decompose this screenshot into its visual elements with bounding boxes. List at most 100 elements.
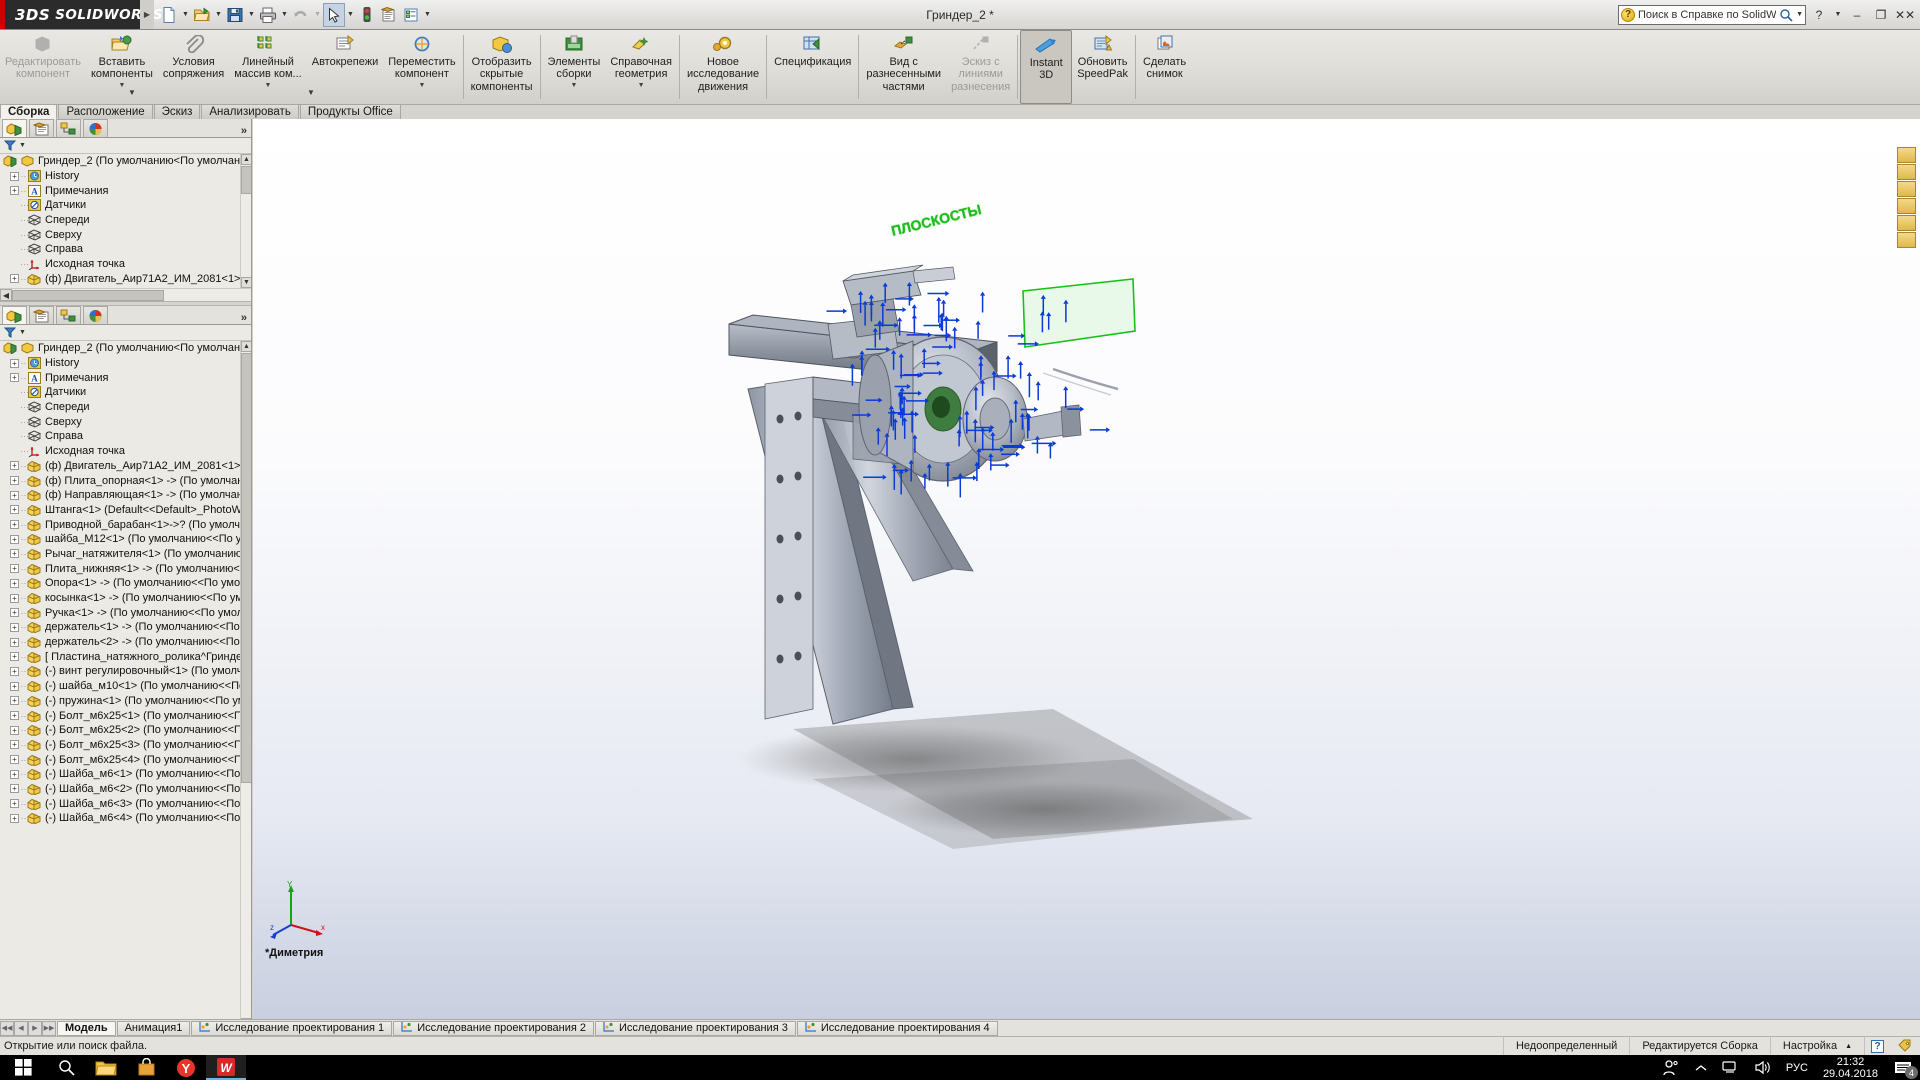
feature-tree-top[interactable]: ▲ ▼ Гриндер_2 (По умолчанию<По умолчанию… bbox=[0, 154, 251, 288]
tree-row[interactable]: + ·· (-) Болт_м6х25<3> (По умолчанию<<По у… bbox=[0, 738, 251, 753]
tree-expand-plus-icon[interactable]: + bbox=[10, 784, 19, 794]
search-caret-icon[interactable]: ▼ bbox=[1796, 11, 1803, 18]
tree-top-scrollbar[interactable]: ▲ ▼ bbox=[240, 154, 251, 288]
tree-row[interactable]: + ·· Плита_нижняя<1> -> (По умолчанию<<По bbox=[0, 561, 251, 576]
tree-row[interactable]: ··· Спереди bbox=[0, 213, 251, 228]
ribbon-button-20[interactable]: Обновить SpeedPak bbox=[1072, 30, 1133, 104]
tree-row[interactable]: + ·· (-) пружина<1> (По умолчанию<<По умол… bbox=[0, 694, 251, 709]
command-tab-3[interactable]: Анализировать bbox=[201, 104, 299, 119]
new-document-button[interactable] bbox=[158, 3, 180, 27]
ribbon-button-4[interactable]: Автокрепежи bbox=[307, 30, 383, 104]
ribbon-button-22[interactable]: Сделать снимок bbox=[1138, 30, 1191, 104]
property-manager-tab[interactable] bbox=[29, 306, 54, 324]
ribbon-button-14[interactable]: Спецификация bbox=[769, 30, 856, 104]
tree-row[interactable]: + ·· (-) Болт_м6х25<1> (По умолчанию<<По у… bbox=[0, 708, 251, 723]
menu-expand-arrow-icon[interactable]: ▶ bbox=[140, 0, 154, 29]
restore-button[interactable]: ❐ bbox=[1870, 5, 1892, 25]
tree-expand-plus-icon[interactable]: + bbox=[10, 813, 19, 823]
tree-expand-plus-icon[interactable]: + bbox=[10, 534, 19, 544]
tree-filter-bar-top[interactable]: ▼ bbox=[0, 138, 251, 154]
tab-nav-prev-icon[interactable]: ◀ bbox=[14, 1020, 28, 1036]
minimize-button[interactable]: – bbox=[1846, 5, 1868, 25]
tree-expand-plus-icon[interactable]: + bbox=[10, 681, 19, 691]
ribbon-button-caret-icon[interactable]: ▼ bbox=[418, 82, 425, 90]
tree-expand-plus-icon[interactable]: + bbox=[10, 373, 19, 383]
tree-row[interactable]: Гриндер_2 (По умолчанию<По умолчанию_ bbox=[0, 341, 251, 356]
tree-row[interactable]: + ·· (-) Болт_м6х25<2> (По умолчанию<<По у… bbox=[0, 723, 251, 738]
tree-row[interactable]: + ·· держатель<1> -> (По умолчанию<<По умо bbox=[0, 620, 251, 635]
tree-row[interactable]: + ·· держатель<2> -> (По умолчанию<<По умо bbox=[0, 635, 251, 650]
status-tag-icon[interactable] bbox=[1890, 1037, 1920, 1055]
feature-manager-tab[interactable] bbox=[2, 306, 27, 324]
top-tree-collapse-chevron-icon[interactable]: » bbox=[241, 125, 247, 137]
tree-expand-plus-icon[interactable]: + bbox=[10, 666, 19, 676]
tree-expand-plus-icon[interactable]: + bbox=[10, 637, 19, 647]
ribbon-button-10[interactable]: Справочная геометрия ▼ bbox=[605, 30, 677, 104]
rebuild-button[interactable] bbox=[356, 3, 378, 27]
print-document-button[interactable] bbox=[257, 3, 279, 27]
tree-expand-plus-icon[interactable]: + bbox=[10, 564, 19, 574]
tree-row[interactable]: +·· (-) Шайба_м6<3> (По умолчанию<<По умо… bbox=[0, 796, 251, 811]
tree-expand-plus-icon[interactable]: + bbox=[10, 461, 19, 471]
windows-start-icon[interactable] bbox=[0, 1055, 46, 1080]
tree-expand-plus-icon[interactable]: + bbox=[10, 608, 19, 618]
feature-tree-bottom[interactable]: ▲ ▼ Гриндер_2 (По умолчанию<По умолчанию… bbox=[0, 341, 251, 1029]
tab-nav-last-icon[interactable]: ▶▶ bbox=[42, 1020, 56, 1036]
tree-row[interactable]: +·· (ф) Двигатель_Аир71А2_ИМ_2081<1> (По … bbox=[0, 459, 251, 474]
study-tab-2[interactable]: Исследование проектирования 1 bbox=[191, 1020, 393, 1036]
tree-expand-plus-icon[interactable]: + bbox=[10, 769, 19, 779]
ribbon-button-2[interactable]: Условия сопряжения bbox=[158, 30, 229, 104]
status-help-badge[interactable]: ? bbox=[1864, 1037, 1890, 1055]
ribbon-button-1[interactable]: Вставить компоненты ▼ bbox=[86, 30, 158, 104]
tree-row[interactable]: + ·· косынка<1> -> (По умолчанию<<По умолч bbox=[0, 591, 251, 606]
study-tab-5[interactable]: Исследование проектирования 4 bbox=[796, 1020, 998, 1036]
help-caret-icon[interactable]: ▼ bbox=[1832, 5, 1844, 25]
tree-row[interactable]: + ·· Штанга<1> (Default<<Default>_PhotoWor… bbox=[0, 503, 251, 518]
tree-expand-plus-icon[interactable]: + bbox=[10, 725, 19, 735]
tree-row[interactable]: + ·· шайба_M12<1> (По умолчанию<<По умолч bbox=[0, 532, 251, 547]
tree-expand-plus-icon[interactable]: + bbox=[10, 476, 19, 486]
tree-expand-plus-icon[interactable]: + bbox=[10, 755, 19, 765]
tree-row[interactable]: + ·· (ф) Направляющая<1> -> (По умолчанию< bbox=[0, 488, 251, 503]
tree-row[interactable]: ··· Датчики bbox=[0, 198, 251, 213]
tab-nav-first-icon[interactable]: ◀◀ bbox=[0, 1020, 14, 1036]
tree-top-hscrollbar[interactable]: ◀ bbox=[0, 288, 251, 301]
ribbon-button-3[interactable]: Линейный массив ком... ▼ bbox=[229, 30, 307, 104]
command-tab-1[interactable]: Расположение bbox=[58, 104, 153, 119]
tree-expand-plus-icon[interactable]: + bbox=[10, 740, 19, 750]
tray-people-icon[interactable] bbox=[1655, 1059, 1687, 1077]
tree-row[interactable]: + ·· (ф) Плита_опорная<1> -> (По умолчанию… bbox=[0, 473, 251, 488]
tree-row[interactable]: ··· Справа bbox=[0, 429, 251, 444]
tree-row[interactable]: ··· Сверху bbox=[0, 414, 251, 429]
tree-row[interactable]: ··· Справа bbox=[0, 242, 251, 257]
tree-row[interactable]: +·· (-) Шайба_м6<4> (По умолчанию<<По умо… bbox=[0, 811, 251, 826]
study-tab-0[interactable]: Модель bbox=[57, 1020, 116, 1036]
tree-row[interactable]: + ·· A Примечания bbox=[0, 370, 251, 385]
filter-caret-icon-2[interactable]: ▼ bbox=[19, 329, 26, 336]
tree-row[interactable]: +·· (ф) Двигатель_Аир71А2_ИМ_2081<1> (По … bbox=[0, 272, 251, 287]
hscroll-thumb[interactable] bbox=[12, 289, 164, 301]
help-search-input[interactable]: ? Поиск в Справке по SolidWorks ▼ bbox=[1618, 4, 1806, 25]
status-settings-button[interactable]: Настройка ▲ bbox=[1769, 1037, 1864, 1055]
ribbon-button-12[interactable]: Новое исследование движения bbox=[682, 30, 764, 104]
tree-row[interactable]: ··· Спереди bbox=[0, 400, 251, 415]
study-tab-1[interactable]: Анимация1 bbox=[116, 1020, 191, 1036]
configuration-manager-tab[interactable] bbox=[56, 306, 81, 324]
tree-row[interactable]: ··· Исходная точка bbox=[0, 257, 251, 272]
save-document-button[interactable] bbox=[224, 3, 246, 27]
ribbon-pin-left-icon[interactable]: ▼ bbox=[128, 88, 136, 97]
tree-top-scroll-up-icon[interactable]: ▲ bbox=[241, 154, 251, 165]
tree-row[interactable]: ··· Датчики bbox=[0, 385, 251, 400]
select-tool-button[interactable] bbox=[323, 2, 345, 27]
tray-volume-icon[interactable] bbox=[1747, 1060, 1779, 1075]
tree-expand-plus-icon[interactable]: + bbox=[10, 696, 19, 706]
tree-row[interactable]: + ·· [ Пластина_натяжного_ролика^Гриндер_2… bbox=[0, 649, 251, 664]
display-manager-tab[interactable] bbox=[83, 119, 108, 137]
file-properties-button[interactable] bbox=[378, 3, 400, 27]
tree-top-scroll-thumb[interactable] bbox=[241, 166, 251, 194]
close-button[interactable]: ✕✕ bbox=[1894, 5, 1916, 25]
options-button[interactable] bbox=[400, 3, 422, 27]
ribbon-button-5[interactable]: Переместить компонент ▼ bbox=[383, 30, 460, 104]
new-document-caret-icon[interactable]: ▼ bbox=[180, 3, 191, 27]
assembly-3d-model[interactable] bbox=[253, 119, 1920, 1019]
